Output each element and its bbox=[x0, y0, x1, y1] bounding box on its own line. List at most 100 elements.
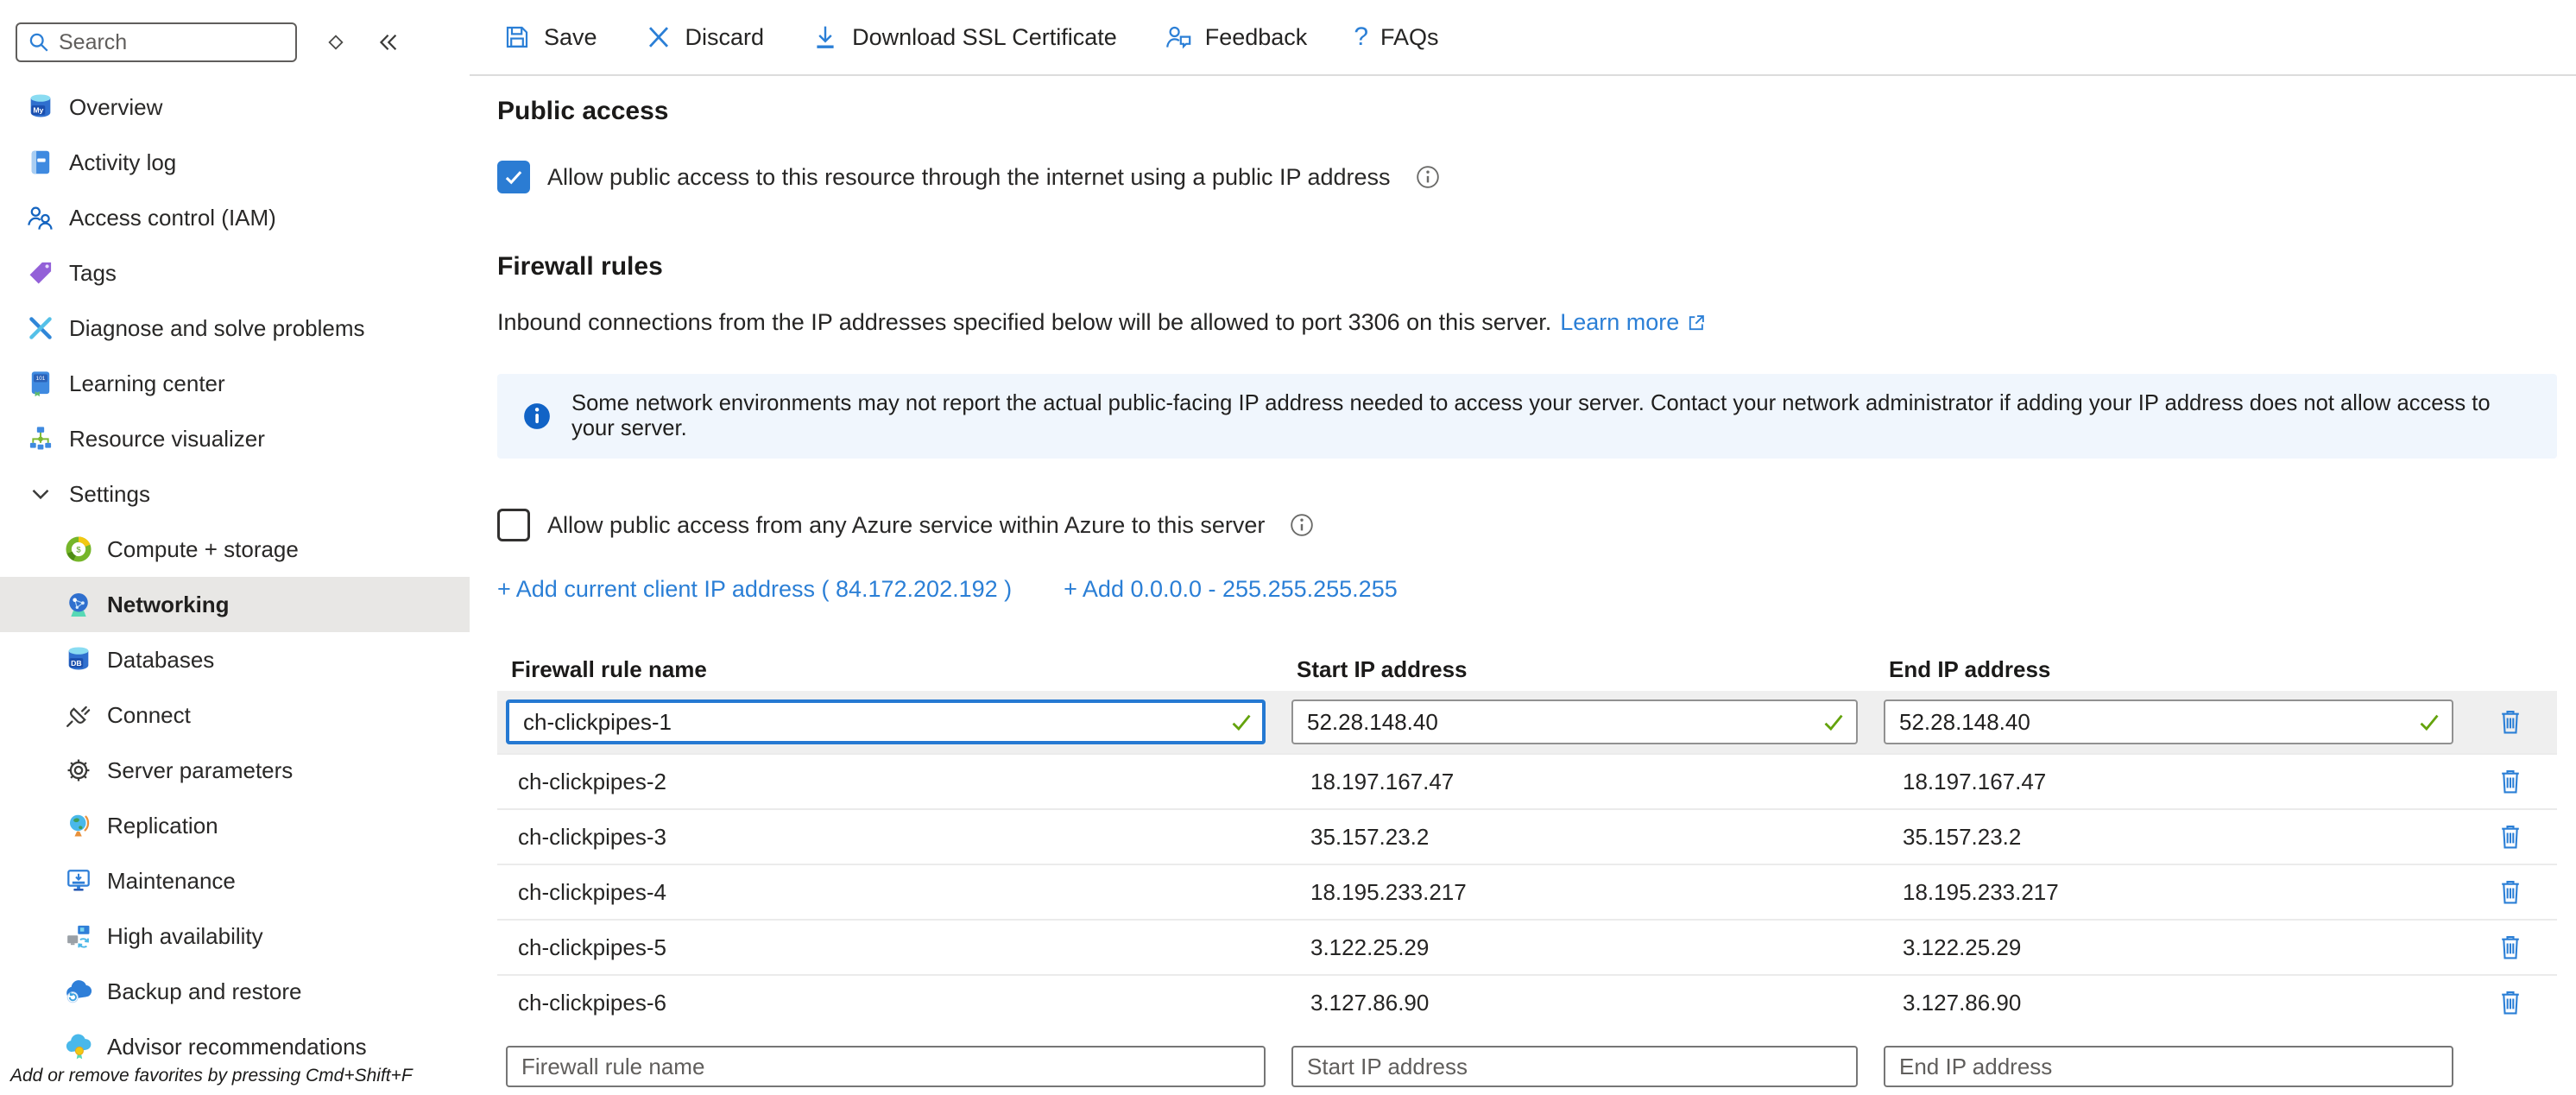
delete-rule-button[interactable] bbox=[2484, 980, 2536, 1025]
rule-name-cell: ch-clickpipes-6 bbox=[497, 990, 1283, 1016]
sidebar-item-maintenance[interactable]: Maintenance bbox=[0, 853, 470, 908]
people-icon bbox=[26, 203, 55, 232]
sidebar-item-activity-log[interactable]: Activity log bbox=[0, 135, 470, 190]
sidebar-item-label: Learning center bbox=[69, 370, 225, 397]
sidebar-item-resource-visualizer[interactable]: Resource visualizer bbox=[0, 411, 470, 466]
sidebar-item-backup-restore[interactable]: Backup and restore bbox=[0, 964, 470, 1019]
sidebar-item-label: Maintenance bbox=[107, 868, 236, 895]
sidebar-item-label: Networking bbox=[107, 592, 230, 618]
azure-services-checkbox[interactable] bbox=[497, 509, 530, 541]
delete-rule-button[interactable] bbox=[2484, 699, 2536, 744]
start-ip-cell: 18.195.233.217 bbox=[1283, 879, 1875, 906]
start-ip-cell: 35.157.23.2 bbox=[1283, 824, 1875, 851]
sidebar-item-replication[interactable]: Replication bbox=[0, 798, 470, 853]
firewall-rules-heading: Firewall rules bbox=[497, 252, 2557, 282]
public-access-heading: Public access bbox=[497, 97, 2557, 126]
col-header-start-ip: Start IP address bbox=[1283, 656, 1875, 683]
sidebar-item-label: Access control (IAM) bbox=[69, 205, 276, 231]
banner-text: Some network environments may not report… bbox=[571, 391, 2533, 441]
tag-icon bbox=[26, 258, 55, 288]
sidebar-item-diagnose[interactable]: Diagnose and solve problems bbox=[0, 301, 470, 356]
start-ip-input[interactable] bbox=[1291, 699, 1858, 744]
learning-book-icon: 101 bbox=[26, 369, 55, 398]
chevron-down-icon bbox=[26, 479, 55, 509]
sidebar-item-connect[interactable]: Connect bbox=[0, 687, 470, 743]
learn-more-link[interactable]: Learn more bbox=[1560, 309, 1707, 336]
cloud-restore-icon bbox=[64, 977, 93, 1006]
rule-name-cell: ch-clickpipes-2 bbox=[497, 769, 1283, 795]
question-mark-icon: ? bbox=[1354, 22, 1368, 52]
sidebar-item-compute-storage[interactable]: $ Compute + storage bbox=[0, 522, 470, 577]
sidebar-item-label: Diagnose and solve problems bbox=[69, 315, 365, 342]
svg-text:101: 101 bbox=[36, 376, 46, 382]
add-client-ip-link[interactable]: + Add current client IP address ( 84.172… bbox=[497, 576, 1012, 603]
end-ip-cell: 18.195.233.217 bbox=[1875, 879, 2471, 906]
table-row: ch-clickpipes-5 3.122.25.29 3.122.25.29 bbox=[497, 919, 2557, 974]
activity-log-icon bbox=[26, 148, 55, 177]
external-link-icon bbox=[1686, 313, 1707, 333]
valid-check-icon bbox=[1229, 710, 1253, 734]
discard-button[interactable]: Discard bbox=[644, 22, 765, 52]
sidebar-item-server-parameters[interactable]: Server parameters bbox=[0, 743, 470, 798]
sidebar-item-tags[interactable]: Tags bbox=[0, 245, 470, 301]
sidebar-item-advisor[interactable]: Advisor recommendations bbox=[0, 1019, 470, 1062]
network-info-banner: Some network environments may not report… bbox=[497, 374, 2557, 459]
end-ip-cell: 3.122.25.29 bbox=[1875, 934, 2471, 961]
sidebar-item-label: Advisor recommendations bbox=[107, 1034, 367, 1060]
sidebar-item-databases[interactable]: DB Databases bbox=[0, 632, 470, 687]
sidebar-item-label: Settings bbox=[69, 481, 150, 508]
col-header-rule-name: Firewall rule name bbox=[497, 656, 1283, 683]
tools-icon bbox=[26, 313, 55, 343]
public-access-checkbox[interactable] bbox=[497, 161, 530, 193]
info-icon[interactable] bbox=[1415, 164, 1441, 190]
networking-content: Public access Allow public access to thi… bbox=[470, 76, 2576, 1088]
delete-rule-button[interactable] bbox=[2484, 870, 2536, 915]
public-access-checkbox-label: Allow public access to this resource thr… bbox=[547, 164, 1391, 191]
table-row: ch-clickpipes-2 18.197.167.47 18.197.167… bbox=[497, 753, 2557, 808]
valid-check-icon bbox=[2417, 710, 2441, 734]
save-button[interactable]: Save bbox=[502, 22, 597, 52]
compute-donut-icon: $ bbox=[64, 535, 93, 564]
info-icon[interactable] bbox=[1289, 512, 1315, 538]
sidebar-item-access-control[interactable]: Access control (IAM) bbox=[0, 190, 470, 245]
sidebar-search-row bbox=[0, 0, 470, 73]
new-rule-name-input[interactable] bbox=[506, 1046, 1266, 1087]
end-ip-cell: 35.157.23.2 bbox=[1875, 824, 2471, 851]
sidebar-item-high-availability[interactable]: High availability bbox=[0, 908, 470, 964]
sidebar-item-label: Connect bbox=[107, 702, 191, 729]
sidebar-group-settings[interactable]: Settings bbox=[0, 466, 470, 522]
sidebar-item-networking[interactable]: Networking bbox=[0, 577, 470, 632]
cloud-badge-icon bbox=[64, 1032, 93, 1061]
col-header-end-ip: End IP address bbox=[1875, 656, 2471, 683]
add-all-ips-link[interactable]: + Add 0.0.0.0 - 255.255.255.255 bbox=[1064, 576, 1398, 603]
new-start-ip-input[interactable] bbox=[1291, 1046, 1858, 1087]
start-ip-cell: 18.197.167.47 bbox=[1283, 769, 1875, 795]
new-end-ip-input[interactable] bbox=[1884, 1046, 2453, 1087]
info-filled-icon bbox=[521, 401, 552, 432]
sidebar-item-overview[interactable]: My Overview bbox=[0, 79, 470, 135]
delete-rule-button[interactable] bbox=[2484, 759, 2536, 804]
diamond-icon[interactable] bbox=[325, 31, 347, 54]
sidebar-item-label: Activity log bbox=[69, 149, 176, 176]
search-input[interactable] bbox=[59, 30, 285, 55]
sidebar-item-learning-center[interactable]: 101 Learning center bbox=[0, 356, 470, 411]
sidebar-item-label: Compute + storage bbox=[107, 536, 299, 563]
rule-name-input[interactable] bbox=[506, 699, 1266, 744]
sidebar-item-label: Databases bbox=[107, 647, 214, 674]
download-icon bbox=[811, 22, 840, 52]
desk-globe-icon bbox=[64, 811, 93, 840]
start-ip-cell: 3.122.25.29 bbox=[1283, 934, 1875, 961]
svg-text:DB: DB bbox=[71, 659, 82, 668]
add-ip-links: + Add current client IP address ( 84.172… bbox=[497, 576, 2557, 603]
delete-rule-button[interactable] bbox=[2484, 814, 2536, 859]
main-panel: Save Discard Download SSL Certificate Fe… bbox=[470, 0, 2576, 1095]
faqs-button[interactable]: ? FAQs bbox=[1354, 22, 1438, 52]
end-ip-input[interactable] bbox=[1884, 699, 2453, 744]
sidebar-search-box[interactable] bbox=[16, 22, 297, 62]
collapse-sidebar-icon[interactable] bbox=[375, 29, 401, 55]
delete-rule-button[interactable] bbox=[2484, 925, 2536, 970]
azure-services-checkbox-label: Allow public access from any Azure servi… bbox=[547, 512, 1265, 539]
feedback-button[interactable]: Feedback bbox=[1164, 22, 1308, 52]
table-header-row: Firewall rule name Start IP address End … bbox=[497, 648, 2557, 691]
download-ssl-button[interactable]: Download SSL Certificate bbox=[811, 22, 1117, 52]
